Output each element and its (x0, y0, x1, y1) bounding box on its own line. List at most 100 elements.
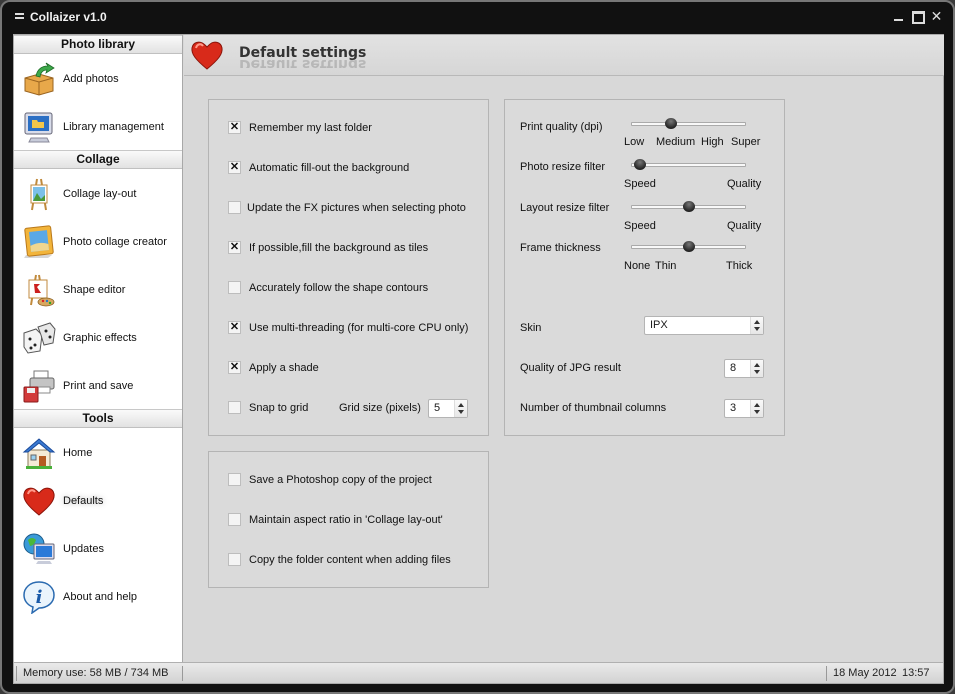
select-arrows-icon[interactable] (750, 317, 763, 334)
checkbox-label: Update the FX pictures when selecting ph… (247, 201, 466, 214)
sidebar-item-library-management[interactable]: Library management (14, 102, 182, 150)
checkbox-label: Accurately follow the shape contours (249, 281, 429, 294)
sidebar-item-print-and-save[interactable]: Print and save (14, 361, 182, 409)
option-fill-background-tiles[interactable]: ✕ If possible,fill the background as til… (228, 241, 428, 254)
checkbox[interactable] (228, 553, 241, 566)
maximize-button[interactable] (911, 8, 925, 24)
sidebar-item-defaults[interactable]: Defaults (14, 476, 182, 524)
frame-thickness-label: Frame thickness (520, 242, 601, 254)
picture-frame-icon (24, 225, 54, 258)
page-header: Default settings Default settings (184, 35, 944, 76)
sidebar-item-graphic-effects[interactable]: Graphic effects (14, 313, 182, 361)
skin-select[interactable]: IPX (644, 316, 764, 335)
print-quality-slider[interactable] (631, 118, 746, 129)
tick-label: Speed (624, 178, 656, 190)
sidebar-item-label: Add photos (63, 73, 119, 85)
checkbox[interactable] (228, 201, 241, 214)
heart-icon (23, 487, 55, 516)
section-header-tools: Tools (14, 409, 182, 428)
option-apply-shade[interactable]: ✕ Apply a shade (228, 361, 319, 374)
tick-label: Super (731, 136, 761, 148)
checkbox[interactable]: ✕ (228, 241, 241, 254)
sidebar-item-photo-collage-creator[interactable]: Photo collage creator (14, 217, 182, 265)
thumbnail-columns-spinner[interactable]: 3 (724, 399, 764, 418)
sidebar-item-add-photos[interactable]: Add photos (14, 54, 182, 102)
slider-thumb[interactable] (664, 118, 677, 129)
option-save-photoshop-copy[interactable]: Save a Photoshop copy of the project (228, 473, 432, 486)
option-follow-shape-contours[interactable]: Accurately follow the shape contours (228, 281, 428, 294)
dice-icon (23, 322, 56, 354)
grid-size-label: Grid size (pixels) (339, 402, 421, 414)
photo-resize-filter-label: Photo resize filter (520, 161, 605, 173)
checkbox-label: Snap to grid (249, 401, 309, 414)
section-header-collage: Collage (14, 150, 182, 169)
checkbox[interactable]: ✕ (228, 361, 241, 374)
option-maintain-aspect-ratio[interactable]: Maintain aspect ratio in 'Collage lay-ou… (228, 513, 443, 526)
sidebar-item-label: Shape editor (63, 284, 126, 296)
photo-resize-filter-slider[interactable] (631, 159, 746, 170)
checkbox[interactable] (228, 281, 241, 294)
main-content: Default settings Default settings ✕ Reme… (184, 35, 944, 662)
sidebar-item-updates[interactable]: Updates (14, 524, 182, 572)
close-button[interactable]: ✕ (930, 8, 943, 24)
checkbox[interactable] (228, 513, 241, 526)
skin-label: Skin (520, 322, 542, 334)
section-header-photo-library: Photo library (14, 35, 182, 54)
sidebar-item-label: Home (63, 447, 93, 459)
status-message (182, 666, 826, 681)
grid-size-spinner[interactable]: 5 (428, 399, 468, 418)
skin-value[interactable]: IPX (645, 317, 750, 334)
checkbox[interactable] (228, 473, 241, 486)
sidebar: Photo library Add photos Library managem… (14, 35, 183, 662)
spinner-arrows-icon[interactable] (750, 400, 763, 417)
status-bar: Memory use: 58 MB / 734 MB 18 May 2012 1… (14, 662, 943, 683)
memory-usage: Memory use: 58 MB / 734 MB (16, 666, 183, 681)
jpg-quality-value[interactable]: 8 (725, 360, 750, 377)
option-remember-last-folder[interactable]: ✕ Remember my last folder (228, 121, 372, 134)
spinner-arrows-icon[interactable] (454, 400, 467, 417)
easel-palette-icon (28, 274, 55, 307)
sidebar-item-label: Photo collage creator (63, 236, 167, 248)
status-time: 13:57 (902, 667, 930, 679)
spinner-arrows-icon[interactable] (750, 360, 763, 377)
layout-resize-filter-slider[interactable] (631, 201, 746, 212)
sidebar-item-collage-layout[interactable]: Collage lay-out (14, 169, 182, 217)
title-bar[interactable]: Collaizer v1.0 ✕ (2, 2, 953, 34)
grid-size-value[interactable]: 5 (429, 400, 454, 417)
thumbnail-columns-value[interactable]: 3 (725, 400, 750, 417)
minimize-button[interactable] (892, 8, 905, 24)
option-snap-to-grid[interactable]: Snap to grid (228, 401, 308, 414)
window-menu-icon[interactable] (15, 13, 24, 21)
slider-thumb[interactable] (682, 201, 695, 212)
option-update-fx-pictures[interactable]: Update the FX pictures when selecting ph… (228, 201, 466, 214)
option-copy-folder-content[interactable]: Copy the folder content when adding file… (228, 553, 451, 566)
checkbox[interactable]: ✕ (228, 161, 241, 174)
box-arrow-icon (24, 62, 55, 96)
sidebar-item-home[interactable]: Home (14, 428, 182, 476)
slider-thumb[interactable] (682, 241, 695, 252)
slider-track[interactable] (631, 163, 746, 167)
sidebar-item-shape-editor[interactable]: Shape editor (14, 265, 182, 313)
checkbox-label: Copy the folder content when adding file… (249, 553, 451, 566)
option-auto-fill-background[interactable]: ✕ Automatic fill-out the background (228, 161, 409, 174)
checkbox[interactable]: ✕ (228, 121, 241, 134)
easel-icon (30, 178, 48, 211)
slider-thumb[interactable] (634, 159, 647, 170)
monitor-folder-icon (24, 112, 53, 143)
tick-label: Thick (726, 260, 753, 272)
window-title: Collaizer v1.0 (30, 10, 107, 24)
checkbox-label: Apply a shade (249, 361, 319, 374)
app-window: Collaizer v1.0 ✕ Photo library Add photo… (0, 0, 955, 694)
checkbox[interactable] (228, 401, 241, 414)
page-title-reflection: Default settings (239, 60, 367, 68)
checkbox[interactable]: ✕ (228, 321, 241, 334)
layout-resize-filter-label: Layout resize filter (520, 202, 610, 214)
sidebar-item-about-and-help[interactable]: i About and help (14, 572, 182, 620)
tick-label: Quality (727, 220, 762, 232)
option-multi-threading[interactable]: ✕ Use multi-threading (for multi-core CP… (228, 321, 468, 334)
jpg-quality-spinner[interactable]: 8 (724, 359, 764, 378)
tick-label: Thin (655, 260, 677, 272)
house-icon (22, 438, 56, 469)
frame-thickness-slider[interactable] (631, 241, 746, 252)
slider-track[interactable] (631, 122, 746, 126)
